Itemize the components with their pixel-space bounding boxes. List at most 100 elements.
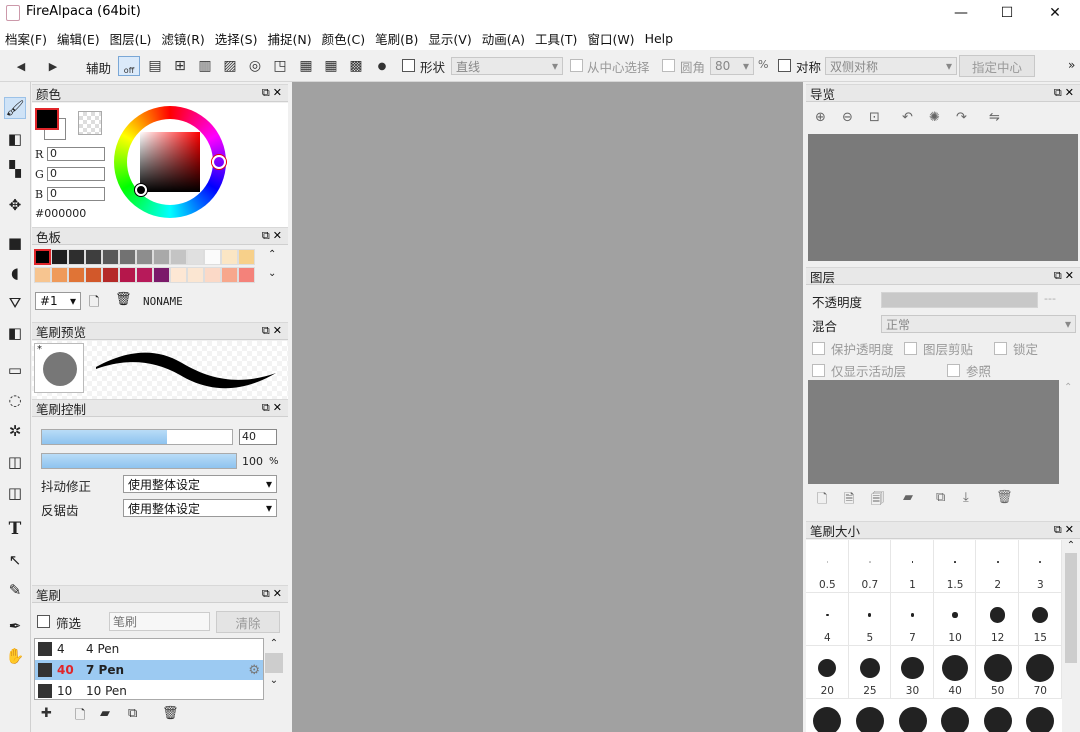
delete-layer-icon[interactable]: 🗑 [996, 490, 1013, 505]
brush-size-cell[interactable]: 20 [806, 646, 849, 699]
blend-mode-dropdown[interactable]: 正常 ▾ [881, 315, 1076, 333]
text-tool-icon[interactable]: T [4, 518, 26, 540]
brush-size-cell[interactable]: 30 [891, 646, 934, 699]
merge-down-icon[interactable]: ⤓ [963, 490, 969, 505]
palette-swatch[interactable] [153, 267, 170, 283]
maximize-button[interactable]: ☐ [984, 0, 1030, 26]
palette-swatch[interactable] [85, 249, 102, 265]
fill-rect-tool-icon[interactable]: ■ [4, 232, 26, 254]
stabilizer-dropdown[interactable]: 使用整体设定 ▾ [123, 475, 277, 493]
brush-list-item-selected[interactable]: 40 7 Pen ⚙ [35, 660, 263, 680]
snap-dot-icon[interactable]: ● [373, 57, 391, 75]
new-palette-icon[interactable]: 🗋 [89, 293, 99, 315]
panel-float-close-icon[interactable]: ⧉✕ [1054, 86, 1080, 100]
reference-checkbox[interactable] [947, 364, 960, 377]
menu-edit[interactable]: 编辑(E) [52, 29, 105, 48]
brush-size-cell[interactable]: 1.5 [933, 540, 977, 593]
show-active-only-option[interactable]: 仅显示活动层 [812, 361, 906, 380]
snap-off-button[interactable]: off [118, 56, 140, 76]
lock-option[interactable]: 锁定 [994, 339, 1038, 358]
hand-tool-icon[interactable]: ✋ [4, 645, 26, 667]
brush-size-cell[interactable]: 25 [848, 646, 892, 699]
new-1bit-layer-icon[interactable]: 🗐 [871, 490, 884, 512]
brush-size-scrollbar[interactable]: ⌃ [1062, 540, 1080, 732]
select-eraser-tool-icon[interactable]: ◫ [4, 482, 26, 504]
operation-tool-icon[interactable]: ↖ [4, 549, 26, 571]
foreground-color-swatch[interactable] [35, 108, 59, 130]
next-icon[interactable]: ▶ [44, 57, 62, 75]
brush-size-dot[interactable] [941, 707, 970, 732]
snap-radial-icon[interactable]: ▨ [221, 57, 239, 75]
palette-scroll-down-icon[interactable]: ⌄ [268, 268, 276, 279]
navigator-preview[interactable] [808, 134, 1078, 261]
panel-float-close-icon[interactable]: ⧉✕ [262, 401, 288, 415]
menu-brush[interactable]: 笔刷(B) [370, 29, 423, 48]
shape-dropdown[interactable]: 直线 ▾ [451, 57, 563, 75]
brush-size-cell[interactable]: 40 [933, 646, 977, 699]
brush-size-cell[interactable]: 5 [848, 593, 892, 646]
new-brush-icon[interactable]: 🗋 [75, 706, 85, 728]
menu-filter[interactable]: 滤镜(R) [156, 29, 209, 48]
palette-swatch[interactable] [85, 267, 102, 283]
divide-tool-icon[interactable]: ✎ [4, 579, 26, 601]
rotate-left-icon[interactable]: ↶ [902, 110, 913, 125]
brush-size-cell[interactable]: 12 [976, 593, 1019, 646]
hue-handle[interactable] [212, 155, 226, 169]
brush-size-cell[interactable]: 0.5 [806, 540, 849, 593]
saturation-value-square[interactable] [140, 132, 200, 192]
panel-float-close-icon[interactable]: ⧉✕ [262, 86, 288, 100]
brush-tool-icon[interactable]: 🖌 [4, 97, 26, 119]
palette-swatch[interactable] [34, 249, 51, 265]
duplicate-brush-icon[interactable]: ⧉ [128, 706, 137, 721]
brush-size-dot[interactable] [855, 707, 884, 732]
fill-lasso-tool-icon[interactable]: ◖ [4, 262, 26, 284]
magic-wand-tool-icon[interactable]: ✲ [4, 420, 26, 442]
brush-size-field[interactable]: 40 [239, 429, 277, 445]
palette-swatch[interactable] [153, 249, 170, 265]
duplicate-layer-icon[interactable]: ⧉ [936, 490, 945, 505]
dot-tool-icon[interactable]: ▚ [4, 158, 26, 180]
palette-swatch[interactable] [170, 249, 187, 265]
menu-snap[interactable]: 捕捉(N) [262, 29, 316, 48]
brush-size-cell[interactable]: 3 [1019, 540, 1062, 593]
menu-tools[interactable]: 工具(T) [530, 29, 582, 48]
from-center-checkbox[interactable] [570, 59, 583, 72]
palette-swatch[interactable] [119, 249, 136, 265]
lasso-tool-icon[interactable]: ◌ [4, 389, 26, 411]
menu-layer[interactable]: 图层(L) [105, 29, 157, 48]
palette-swatch[interactable] [221, 267, 238, 283]
palette-swatch[interactable] [238, 267, 255, 283]
palette-swatch[interactable] [204, 267, 221, 283]
brush-list-item[interactable]: 4 4 Pen [35, 639, 263, 659]
panel-float-close-icon[interactable]: ⧉✕ [262, 324, 288, 338]
palette-swatch[interactable] [170, 267, 187, 283]
symmetry-checkbox[interactable] [778, 59, 791, 72]
brush-size-cell[interactable]: 2 [976, 540, 1019, 593]
brush-size-dot[interactable] [983, 707, 1012, 732]
zoom-in-icon[interactable]: ⊕ [815, 110, 826, 125]
snap-curve-icon[interactable]: ◳ [271, 57, 289, 75]
brush-list-item[interactable]: 10 10 Pen [35, 681, 263, 699]
scroll-down-icon[interactable]: ⌄ [265, 675, 283, 686]
g-field[interactable]: 0 [47, 167, 105, 181]
canvas-area[interactable] [292, 82, 803, 732]
panel-float-close-icon[interactable]: ⧉✕ [1054, 523, 1080, 537]
reference-option[interactable]: 参照 [947, 361, 991, 380]
palette-swatch[interactable] [68, 267, 85, 283]
palette-swatch[interactable] [221, 249, 238, 265]
protect-alpha-checkbox[interactable] [812, 342, 825, 355]
brush-size-dot[interactable] [898, 707, 927, 732]
brush-size-cell[interactable]: 15 [1019, 593, 1062, 646]
menu-animation[interactable]: 动画(A) [477, 29, 530, 48]
snap-vanish-icon[interactable]: ▥ [196, 57, 214, 75]
brush-size-cell[interactable]: 70 [1019, 646, 1062, 699]
flip-icon[interactable]: ⇋ [989, 110, 1000, 125]
scroll-thumb[interactable] [1065, 553, 1077, 663]
palette-swatch[interactable] [238, 249, 255, 265]
clipping-checkbox[interactable] [904, 342, 917, 355]
layer-scroll-up-icon[interactable]: ⌃ [1064, 382, 1072, 393]
brush-size-cell[interactable]: 0.7 [848, 540, 892, 593]
menu-file[interactable]: 档案(F) [0, 29, 52, 48]
brush-size-slider[interactable] [41, 429, 233, 445]
brush-filter-checkbox[interactable] [37, 615, 50, 628]
